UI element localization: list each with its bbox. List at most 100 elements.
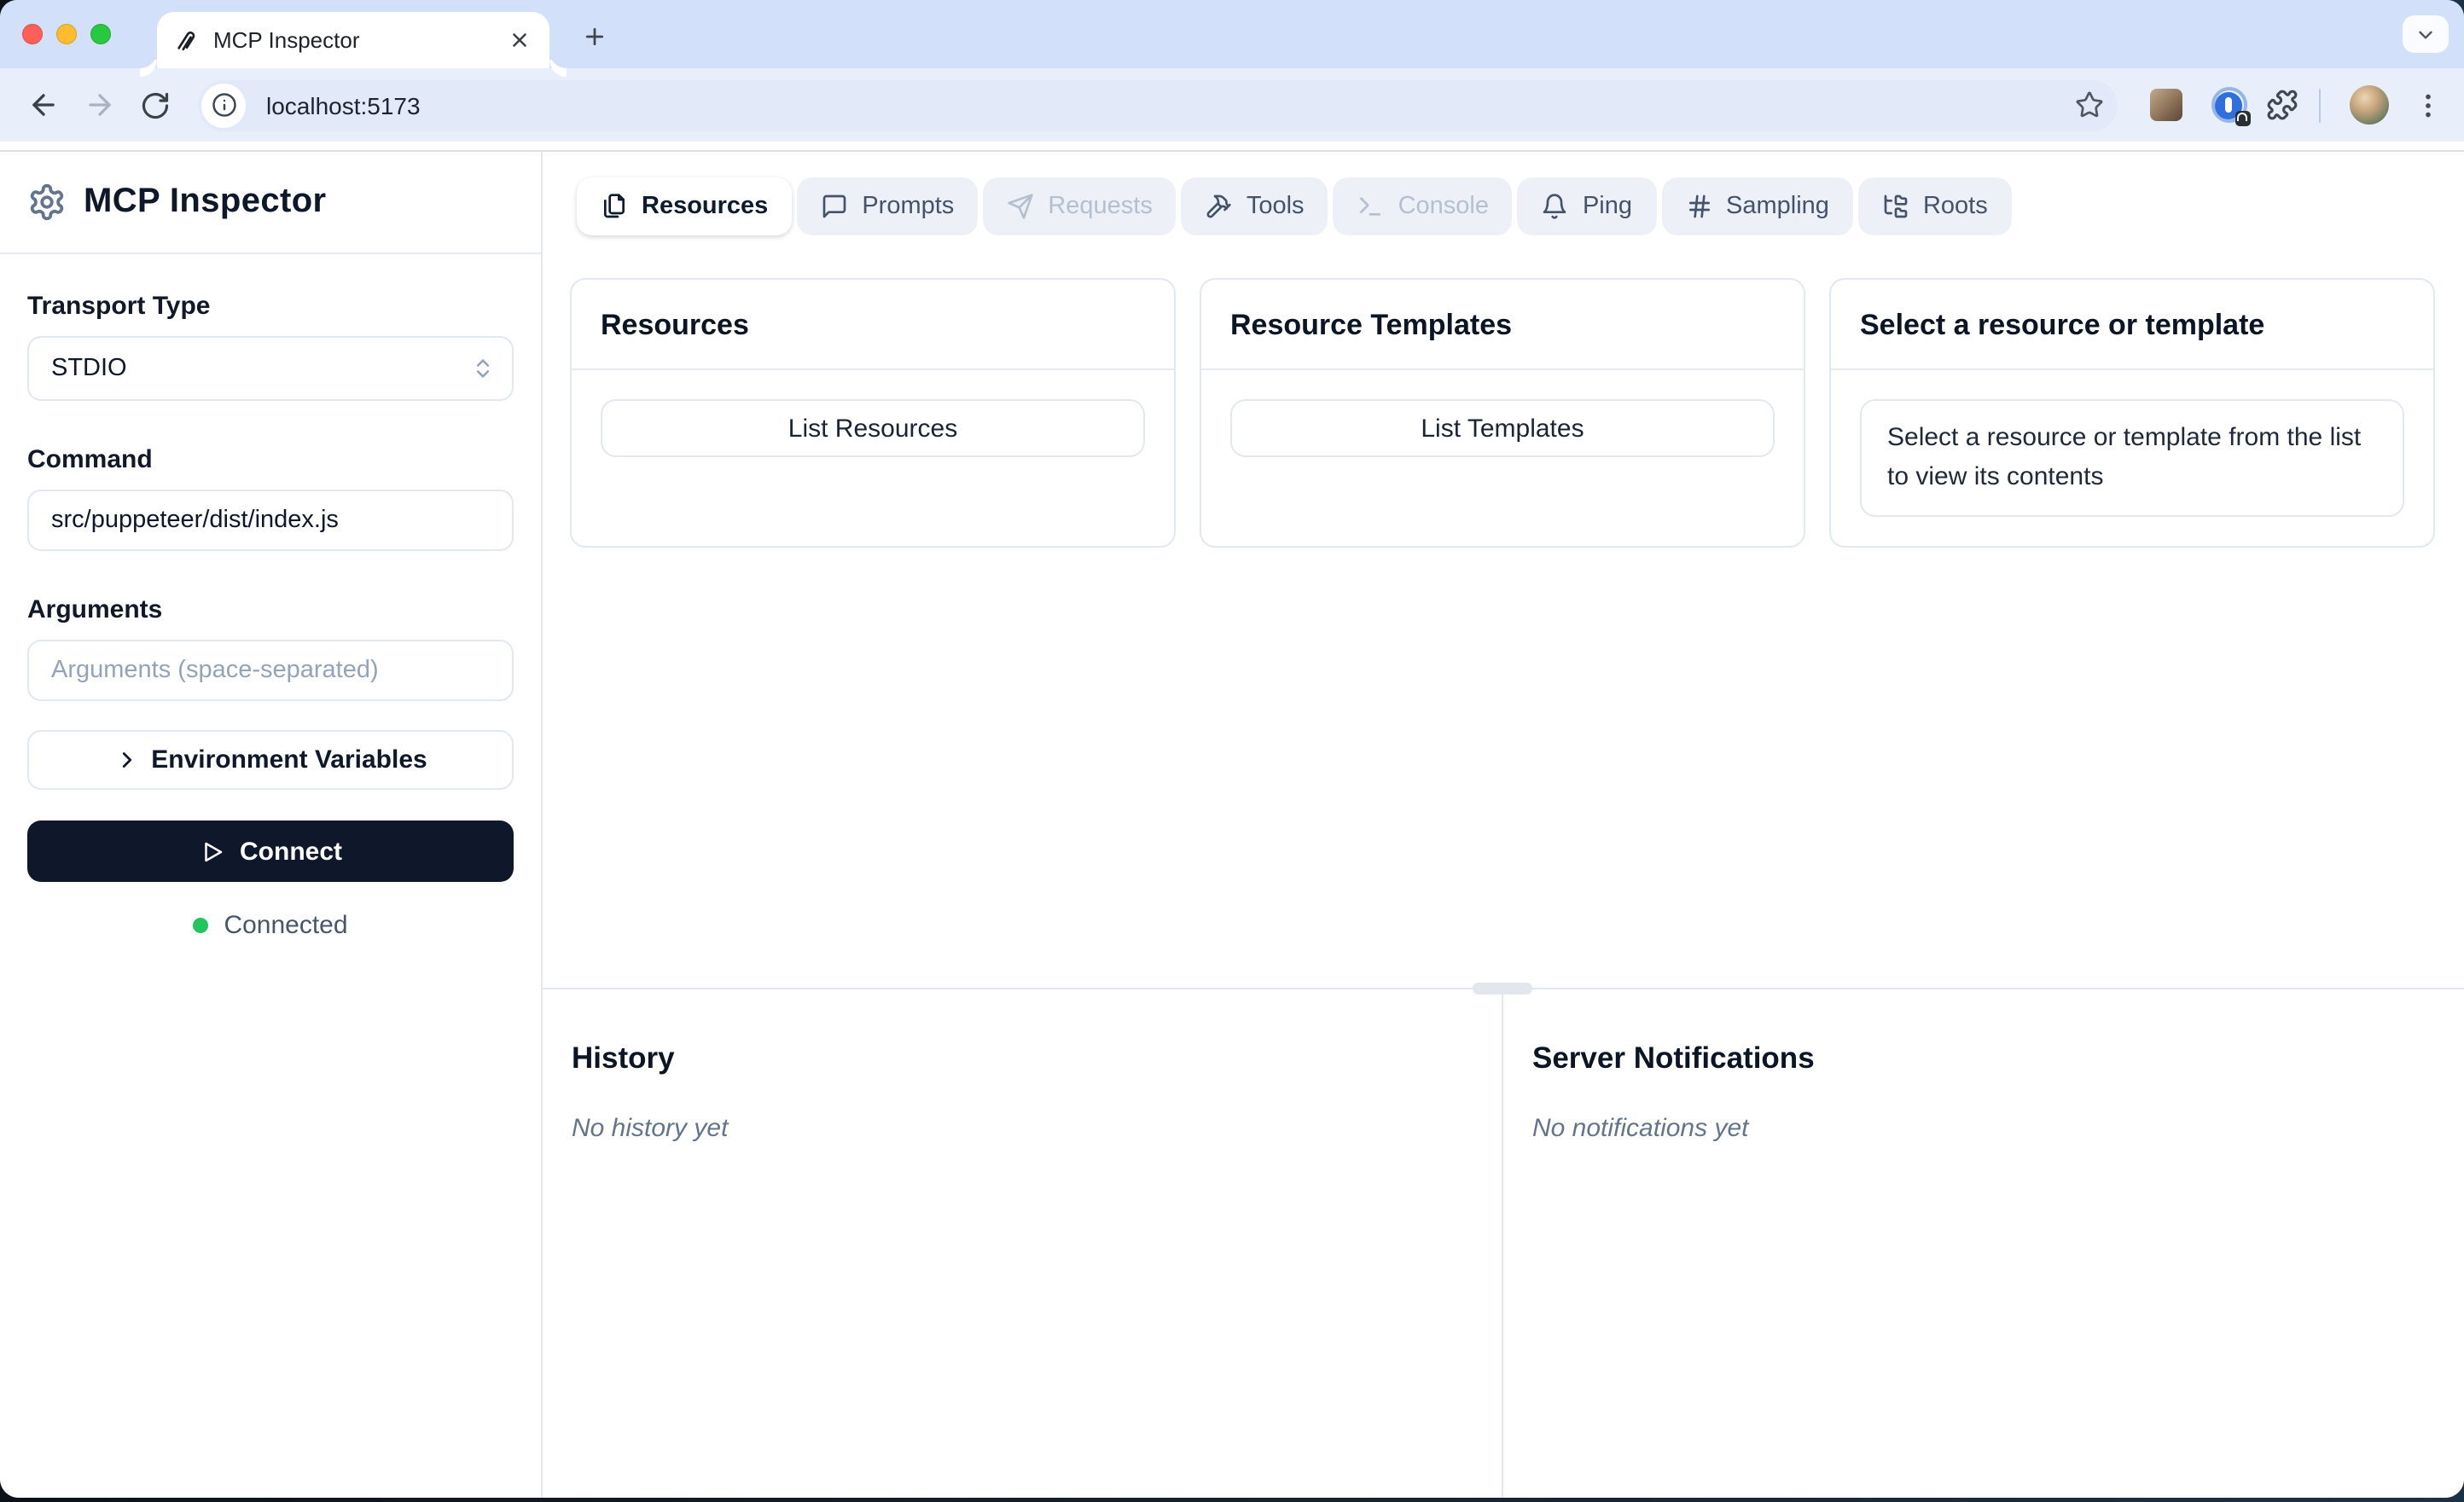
forward-button[interactable] bbox=[75, 81, 123, 129]
main-area: Resources Prompts Requests Tools Console Ping… bbox=[543, 152, 2464, 1498]
files-icon bbox=[604, 194, 625, 218]
history-title: History bbox=[572, 1041, 675, 1075]
resource-preview-card-title: Select a resource or template bbox=[1860, 309, 2265, 341]
app-title: MCP Inspector bbox=[84, 183, 327, 220]
folder-tree-icon bbox=[1884, 194, 1908, 218]
connect-button[interactable]: Connect bbox=[27, 821, 514, 882]
star-icon bbox=[2075, 91, 2102, 118]
desktop: MCP Inspector localhost:5173 MCP Inspect… bbox=[0, 0, 2464, 1502]
tab-search-button[interactable] bbox=[2403, 15, 2449, 53]
sidebar: MCP Inspector Transport Type STDIO Comma… bbox=[0, 152, 543, 1498]
list-templates-button[interactable]: List Templates bbox=[1230, 399, 1775, 457]
transport-type-label: Transport Type bbox=[27, 292, 211, 321]
address-bar[interactable]: localhost:5173 bbox=[198, 79, 2117, 130]
arguments-label: Arguments bbox=[27, 595, 163, 624]
command-label: Command bbox=[27, 445, 153, 474]
connect-label: Connect bbox=[240, 837, 342, 866]
mcp-favicon-icon bbox=[177, 31, 195, 51]
environment-variables-label: Environment Variables bbox=[151, 745, 427, 774]
resize-handle[interactable] bbox=[1473, 983, 1532, 995]
tab-label: Prompts bbox=[862, 193, 955, 220]
hash-icon bbox=[1688, 194, 1710, 218]
tab-sampling[interactable]: Sampling bbox=[1661, 177, 1853, 235]
app-tabs: Resources Prompts Requests Tools Console Ping… bbox=[577, 177, 2464, 235]
close-window-button[interactable] bbox=[22, 24, 43, 44]
tab-console[interactable]: Console bbox=[1333, 177, 1513, 235]
resource-templates-card: Resource Templates List Templates bbox=[1200, 278, 1805, 548]
reload-icon bbox=[142, 91, 169, 119]
bell-icon bbox=[1543, 194, 1567, 219]
browser-toolbar: localhost:5173 bbox=[0, 68, 2464, 142]
bookmark-star-button[interactable] bbox=[2074, 90, 2103, 119]
back-button[interactable] bbox=[19, 81, 67, 129]
connection-status: Connected bbox=[27, 911, 514, 940]
arrow-left-icon bbox=[32, 94, 54, 116]
server-notifications-pane: Server Notifications No notifications ye… bbox=[1503, 989, 1844, 1498]
profile-avatar[interactable] bbox=[2350, 85, 2389, 125]
transport-type-value: STDIO bbox=[51, 355, 127, 382]
resources-card: Resources List Resources bbox=[570, 278, 1176, 548]
gear-icon bbox=[30, 183, 64, 221]
onepassword-slot bbox=[2225, 97, 2232, 112]
toolbar-divider bbox=[0, 142, 2464, 152]
url-text[interactable]: localhost:5173 bbox=[266, 91, 2074, 119]
tab-label: Sampling bbox=[1726, 193, 1829, 220]
reload-button[interactable] bbox=[131, 81, 179, 129]
browser-tabstrip: MCP Inspector bbox=[0, 0, 2464, 68]
resource-templates-card-title: Resource Templates bbox=[1230, 309, 1513, 341]
command-input[interactable] bbox=[27, 490, 514, 551]
page-content: MCP Inspector Transport Type STDIO Comma… bbox=[0, 152, 2464, 1498]
tab-label: Ping bbox=[1582, 193, 1633, 220]
tab-label: Console bbox=[1398, 193, 1489, 220]
tab-prompts[interactable]: Prompts bbox=[797, 177, 979, 235]
tab-label: Requests bbox=[1048, 193, 1153, 220]
resources-card-title: Resources bbox=[601, 309, 749, 341]
lock-icon bbox=[2234, 111, 2250, 126]
onepassword-extension-icon[interactable] bbox=[2211, 87, 2250, 126]
tab-title: MCP Inspector bbox=[213, 27, 360, 53]
tab-close-icon[interactable] bbox=[505, 26, 532, 54]
minimize-window-button[interactable] bbox=[56, 24, 77, 44]
tab-label: Resources bbox=[642, 193, 769, 220]
browser-tab[interactable]: MCP Inspector bbox=[157, 12, 549, 68]
tab-label: Roots bbox=[1922, 193, 1988, 220]
new-tab-button[interactable] bbox=[573, 15, 614, 56]
status-label: Connected bbox=[224, 911, 348, 940]
history-pane: History No history yet bbox=[543, 989, 1502, 1498]
transport-type-select[interactable]: STDIO bbox=[27, 336, 514, 401]
arguments-input[interactable] bbox=[27, 640, 514, 701]
tab-label: Tools bbox=[1246, 193, 1305, 220]
zoom-window-button[interactable] bbox=[90, 24, 111, 44]
notifications-empty-message: No notifications yet bbox=[1532, 1114, 1749, 1143]
window-controls bbox=[22, 24, 111, 44]
tab-roots[interactable]: Roots bbox=[1857, 177, 2012, 235]
list-resources-button[interactable]: List Resources bbox=[601, 399, 1145, 457]
browser-menu-button[interactable] bbox=[2411, 84, 2445, 125]
play-icon bbox=[204, 841, 222, 861]
kebab-menu-icon bbox=[2426, 93, 2431, 117]
chevrons-up-down-icon bbox=[476, 359, 490, 378]
server-notifications-title: Server Notifications bbox=[1532, 1041, 1815, 1075]
tab-tools[interactable]: Tools bbox=[1181, 177, 1328, 235]
chevron-down-icon bbox=[2419, 30, 2432, 38]
send-icon bbox=[1008, 194, 1033, 219]
hammer-icon bbox=[1207, 194, 1232, 218]
sidebar-header: MCP Inspector bbox=[0, 152, 541, 254]
tab-requests[interactable]: Requests bbox=[983, 177, 1177, 235]
arrow-right-icon bbox=[88, 94, 110, 116]
bottom-panes: History No history yet Server Notificati… bbox=[543, 983, 2464, 1498]
extension-photo-icon[interactable] bbox=[2149, 89, 2182, 121]
plus-icon bbox=[584, 26, 603, 45]
extensions-button[interactable] bbox=[2260, 83, 2304, 127]
message-icon bbox=[822, 194, 846, 218]
history-empty-message: No history yet bbox=[572, 1114, 729, 1143]
info-icon bbox=[212, 93, 235, 117]
environment-variables-button[interactable]: Environment Variables bbox=[27, 730, 514, 790]
cards-row: Resources List Resources Resource Templa… bbox=[543, 235, 2464, 548]
site-info-button[interactable] bbox=[201, 83, 246, 127]
puzzle-icon bbox=[2267, 90, 2298, 120]
tab-resources[interactable]: Resources bbox=[577, 177, 793, 235]
toolbar-separator bbox=[2318, 88, 2321, 122]
chevron-right-icon bbox=[122, 752, 131, 768]
tab-ping[interactable]: Ping bbox=[1517, 177, 1657, 235]
